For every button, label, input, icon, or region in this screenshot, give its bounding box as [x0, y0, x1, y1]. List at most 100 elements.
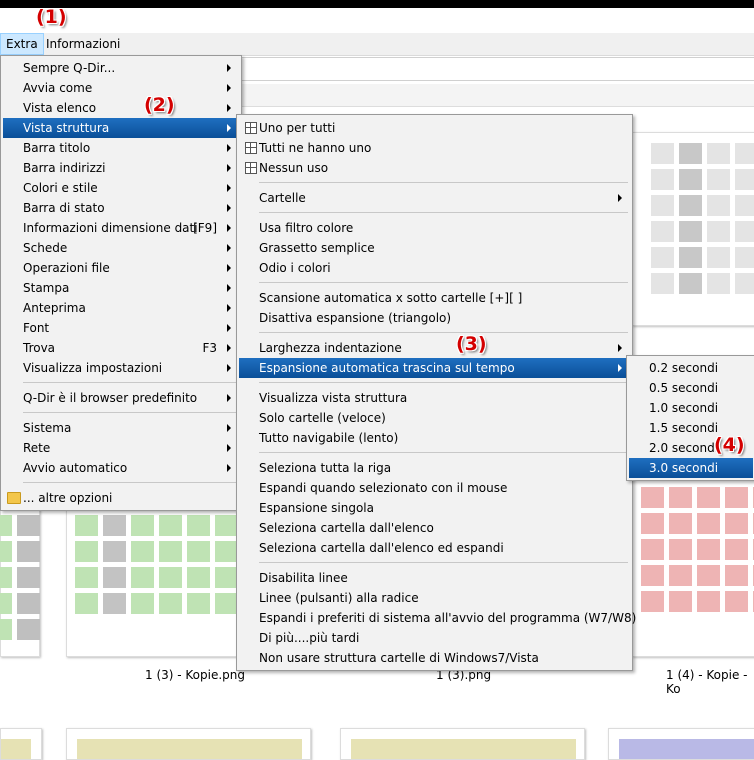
extra-menu: Sempre Q-Dir... Avvia come Vista elenco Vis… — [0, 55, 242, 511]
struttura-item-espandi-quando-selezionato-con-il-mouse[interactable]: Espandi quando selezionato con il mouse — [239, 478, 630, 498]
menu-item-label: Informazioni dimensione dati — [23, 221, 198, 235]
struttura-item-odio-i-colori[interactable]: Odio i colori — [239, 258, 630, 278]
thumbnail-cell — [187, 593, 210, 614]
menu-item-label: 0.5 secondi — [649, 381, 719, 395]
thumbnail-cell — [735, 143, 754, 164]
extra-item-rete[interactable]: Rete — [3, 438, 239, 458]
menu-item-label: Q-Dir è il browser predefinito — [23, 391, 198, 405]
struttura-item-nessun-uso[interactable]: Nessun uso — [239, 158, 630, 178]
extra-item-avvia-come[interactable]: Avvia come — [3, 78, 239, 98]
struttura-item-scansione-automatica-x-sotto-cartelle[interactable]: Scansione automatica x sotto cartelle [+… — [239, 288, 630, 308]
menu-item-label: Vista elenco — [23, 101, 97, 115]
thumbnail-cell — [17, 619, 40, 640]
thumbnail-cell — [641, 591, 664, 612]
extra-item-sistema[interactable]: Sistema — [3, 418, 239, 438]
thumbnail-cell — [707, 195, 730, 216]
struttura-item-seleziona-cartella-dall-elenco-ed-espandi[interactable]: Seleziona cartella dall'elenco ed espand… — [239, 538, 630, 558]
menu-item-label: Schede — [23, 241, 68, 255]
thumbnail-cell — [725, 487, 748, 508]
grid-icon — [245, 162, 257, 174]
thumbnail-row2-b[interactable] — [66, 728, 311, 760]
extra-item-avvio-automatico[interactable]: Avvio automatico — [3, 458, 239, 478]
extra-item-barra-di-stato[interactable]: Barra di stato — [3, 198, 239, 218]
extra-item-vista-struttura[interactable]: Vista struttura — [3, 118, 239, 138]
file-name-3[interactable]: 1 (4) - Kopie - Ko — [666, 668, 754, 696]
menu-item-label: Operazioni file — [23, 261, 110, 275]
struttura-item-seleziona-tutta-la-riga[interactable]: Seleziona tutta la riga — [239, 458, 630, 478]
struttura-item-seleziona-cartella-dall-elenco[interactable]: Seleziona cartella dall'elenco — [239, 518, 630, 538]
struttura-item-espansione-singola[interactable]: Espansione singola — [239, 498, 630, 518]
struttura-item-disabilita-linee[interactable]: Disabilita linee — [239, 568, 630, 588]
extra-item-font[interactable]: Font — [3, 318, 239, 338]
struttura-item-tutti-ne-hanno-uno[interactable]: Tutti ne hanno uno — [239, 138, 630, 158]
menu-item-label: 0.2 secondi — [649, 361, 719, 375]
thumbnail-gray[interactable] — [632, 132, 754, 326]
extra-item-anteprima[interactable]: Anteprima — [3, 298, 239, 318]
thumbnail-cell — [131, 515, 154, 536]
thumbnail-cell — [215, 541, 238, 562]
menu-informazioni[interactable]: Informazioni — [41, 33, 125, 55]
menu-item-label: Non usare struttura cartelle di Windows7… — [259, 651, 539, 665]
struttura-item-disattiva-espansione-triangolo[interactable]: Disattiva espansione (triangolo) — [239, 308, 630, 328]
file-name-1[interactable]: 1 (3) - Kopie.png — [145, 668, 245, 682]
extra-item-schede[interactable]: Schede — [3, 238, 239, 258]
tempo-item-0-2-secondi[interactable]: 0.2 secondi — [629, 358, 753, 378]
thumbnail-cell — [187, 541, 210, 562]
struttura-item-larghezza-indentazione[interactable]: Larghezza indentazione — [239, 338, 630, 358]
window-top-edge — [0, 0, 754, 8]
menu-separator — [259, 562, 628, 563]
struttura-item-solo-cartelle-veloce[interactable]: Solo cartelle (veloce) — [239, 408, 630, 428]
thumbnail-cell — [735, 169, 754, 190]
thumbnail-cell — [103, 593, 126, 614]
extra-item-q-dir-il-browser-predefinito[interactable]: Q-Dir è il browser predefinito — [3, 388, 239, 408]
extra-item-stampa[interactable]: Stampa — [3, 278, 239, 298]
extra-item-barra-indirizzi[interactable]: Barra indirizzi — [3, 158, 239, 178]
struttura-item-non-usare-struttura-cartelle-di-windows7-vista[interactable]: Non usare struttura cartelle di Windows7… — [239, 648, 630, 668]
extra-item-sempre-q-dir[interactable]: Sempre Q-Dir... — [3, 58, 239, 78]
struttura-item-uno-per-tutti[interactable]: Uno per tutti — [239, 118, 630, 138]
tempo-item-1-0-secondi[interactable]: 1.0 secondi — [629, 398, 753, 418]
thumbnail-cell — [641, 513, 664, 534]
address-bar[interactable] — [240, 57, 754, 81]
menu-item-label: Stampa — [23, 281, 70, 295]
extra-item-operazioni-file[interactable]: Operazioni file — [3, 258, 239, 278]
struttura-item-espandi-i-preferiti-di-sistema-all-avvio-del-programma-w7-w8[interactable]: Espandi i preferiti di sistema all'avvio… — [239, 608, 636, 628]
extra-item-visualizza-impostazioni[interactable]: Visualizza impostazioni — [3, 358, 239, 378]
struttura-item-di-pi-pi-tardi[interactable]: Di più....più tardi — [239, 628, 630, 648]
menu-item-label: Espansione singola — [259, 501, 374, 515]
extra-item-vista-elenco[interactable]: Vista elenco — [3, 98, 239, 118]
extra-item-trova[interactable]: Trova F3 — [3, 338, 239, 358]
struttura-item-linee-pulsanti-alla-radice[interactable]: Linee (pulsanti) alla radice — [239, 588, 630, 608]
struttura-item-usa-filtro-colore[interactable]: Usa filtro colore — [239, 218, 630, 238]
tempo-item-0-5-secondi[interactable]: 0.5 secondi — [629, 378, 753, 398]
thumbnail-cell — [735, 195, 754, 216]
thumbnail-cell — [215, 515, 238, 536]
menu-extra[interactable]: Extra — [0, 33, 44, 55]
extra-item-barra-titolo[interactable]: Barra titolo — [3, 138, 239, 158]
tempo-item-3-0-secondi[interactable]: 3.0 secondi — [629, 458, 753, 478]
thumbnail-row2-c[interactable] — [340, 728, 585, 760]
thumbnail-cell — [75, 593, 98, 614]
thumbnail-cell — [651, 273, 674, 294]
thumbnail-cell — [641, 539, 664, 560]
thumbnail-cell — [75, 541, 98, 562]
struttura-item-visualizza-vista-struttura[interactable]: Visualizza vista struttura — [239, 388, 630, 408]
folder-icon — [7, 492, 21, 504]
annotation-3: (3) — [456, 333, 487, 355]
struttura-item-cartelle[interactable]: Cartelle — [239, 188, 630, 208]
menu-separator — [259, 332, 628, 333]
thumbnail-cell — [641, 565, 664, 586]
menu-item-label: Barra titolo — [23, 141, 91, 155]
thumbnail-cell — [669, 513, 692, 534]
thumbnail-row2-d[interactable] — [608, 728, 754, 760]
thumbnail-row2-a[interactable] — [0, 728, 42, 760]
menu-item-label: Visualizza vista struttura — [259, 391, 408, 405]
thumbnail-red[interactable] — [632, 478, 754, 657]
extra-item-altre-opzioni[interactable]: ... altre opzioni — [3, 488, 239, 508]
struttura-item-tutto-navigabile-lento[interactable]: Tutto navigabile (lento) — [239, 428, 630, 448]
struttura-item-grassetto-semplice[interactable]: Grassetto semplice — [239, 238, 630, 258]
extra-item-colori-e-stile[interactable]: Colori e stile — [3, 178, 239, 198]
extra-item-informazioni-dimensione-dati[interactable]: Informazioni dimensione dati [F9] — [3, 218, 239, 238]
struttura-item-espansione-automatica-trascina-sul-tempo[interactable]: Espansione automatica trascina sul tempo — [239, 358, 630, 378]
thumbnail-cell — [651, 247, 674, 268]
